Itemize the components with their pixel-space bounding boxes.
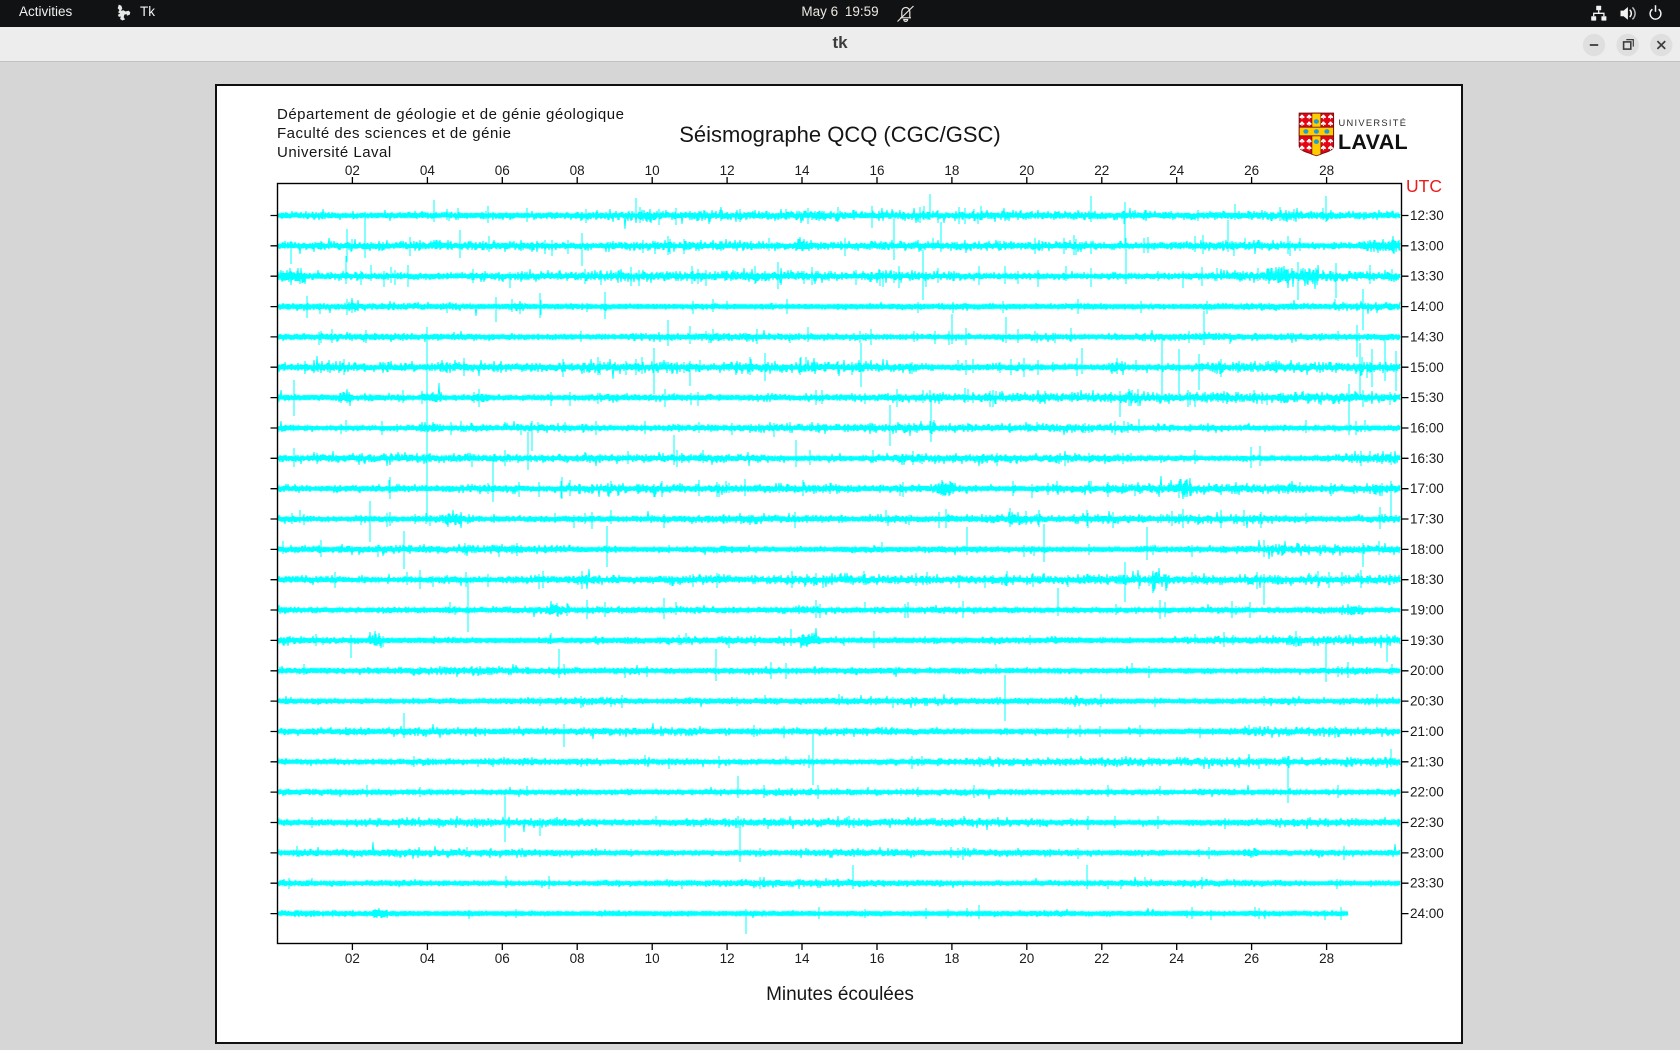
svg-text:15:00: 15:00 — [1410, 360, 1444, 375]
svg-text:20:00: 20:00 — [1410, 663, 1444, 678]
svg-text:21:00: 21:00 — [1410, 724, 1444, 739]
svg-text:16: 16 — [869, 163, 884, 178]
svg-text:16:30: 16:30 — [1410, 451, 1444, 466]
svg-text:28: 28 — [1319, 951, 1334, 966]
svg-text:08: 08 — [570, 163, 585, 178]
svg-text:UTC: UTC — [1406, 176, 1442, 196]
svg-text:14: 14 — [794, 951, 810, 966]
svg-text:13:00: 13:00 — [1410, 238, 1444, 253]
svg-text:28: 28 — [1319, 163, 1334, 178]
svg-text:17:00: 17:00 — [1410, 481, 1444, 496]
svg-text:23:00: 23:00 — [1410, 845, 1444, 860]
svg-text:15:30: 15:30 — [1410, 390, 1444, 405]
svg-text:23:30: 23:30 — [1410, 876, 1444, 891]
svg-text:18: 18 — [944, 951, 959, 966]
svg-text:24: 24 — [1169, 163, 1185, 178]
svg-text:20:30: 20:30 — [1410, 694, 1444, 709]
svg-text:04: 04 — [420, 951, 436, 966]
svg-text:14:30: 14:30 — [1410, 329, 1444, 344]
svg-text:21:30: 21:30 — [1410, 754, 1444, 769]
svg-text:06: 06 — [495, 163, 510, 178]
svg-text:22: 22 — [1094, 951, 1109, 966]
svg-text:12: 12 — [720, 951, 735, 966]
svg-text:04: 04 — [420, 163, 436, 178]
svg-text:12: 12 — [720, 163, 735, 178]
svg-text:19:00: 19:00 — [1410, 603, 1444, 618]
svg-text:19:30: 19:30 — [1410, 633, 1444, 648]
svg-text:24:00: 24:00 — [1410, 906, 1444, 921]
svg-text:14:00: 14:00 — [1410, 299, 1444, 314]
svg-text:20: 20 — [1019, 163, 1034, 178]
svg-text:10: 10 — [645, 951, 660, 966]
svg-text:14: 14 — [794, 163, 810, 178]
svg-text:10: 10 — [645, 163, 660, 178]
svg-text:18:30: 18:30 — [1410, 572, 1444, 587]
svg-text:18:00: 18:00 — [1410, 542, 1444, 557]
svg-text:LAVAL: LAVAL — [1338, 130, 1408, 154]
svg-text:16: 16 — [869, 951, 884, 966]
svg-text:26: 26 — [1244, 951, 1259, 966]
svg-text:22:00: 22:00 — [1410, 785, 1444, 800]
svg-text:22:30: 22:30 — [1410, 815, 1444, 830]
svg-text:17:30: 17:30 — [1410, 512, 1444, 527]
svg-text:02: 02 — [345, 163, 360, 178]
svg-text:20: 20 — [1019, 951, 1034, 966]
svg-text:16:00: 16:00 — [1410, 421, 1444, 436]
svg-text:UNIVERSITÉ: UNIVERSITÉ — [1339, 118, 1408, 128]
svg-text:02: 02 — [345, 951, 360, 966]
svg-text:08: 08 — [570, 951, 585, 966]
svg-text:24: 24 — [1169, 951, 1185, 966]
svg-text:06: 06 — [495, 951, 510, 966]
svg-text:12:30: 12:30 — [1410, 208, 1444, 223]
svg-text:18: 18 — [944, 163, 959, 178]
svg-text:26: 26 — [1244, 163, 1259, 178]
svg-text:13:30: 13:30 — [1410, 269, 1444, 284]
svg-text:22: 22 — [1094, 163, 1109, 178]
